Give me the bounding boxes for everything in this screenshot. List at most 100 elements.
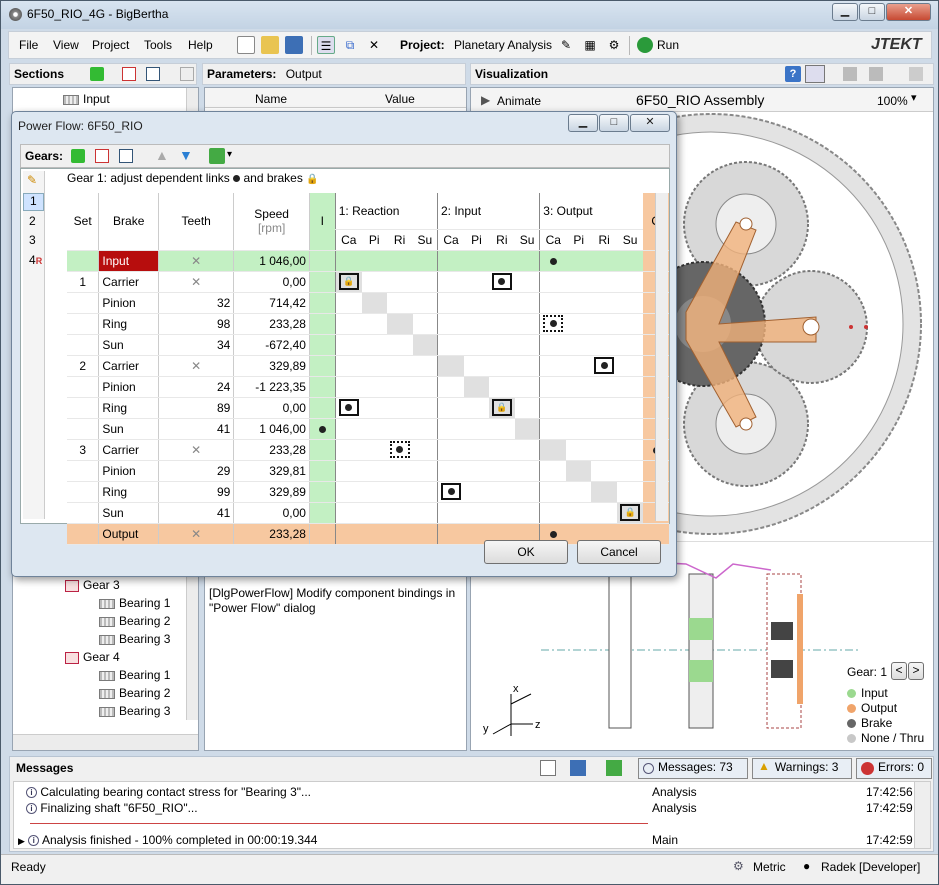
link-cell[interactable]	[386, 522, 413, 545]
link-cell[interactable]	[361, 376, 387, 398]
copy-section-icon[interactable]	[146, 67, 160, 81]
maximize-button[interactable]: □	[859, 3, 885, 21]
menu-tools[interactable]: Tools	[144, 38, 172, 52]
link-cell[interactable]	[539, 397, 567, 419]
link-cell[interactable]	[539, 460, 567, 482]
warnings-filter-button[interactable]: ▲ Warnings: 3	[752, 758, 852, 779]
link-cell[interactable]	[591, 334, 618, 356]
input-link-cell[interactable]	[309, 438, 336, 461]
input-link-cell[interactable]	[309, 334, 336, 356]
messages-filter-button[interactable]: Messages: 73	[638, 758, 748, 779]
clear-dropdown-icon[interactable]: ▾	[227, 149, 232, 160]
link-cell[interactable]	[437, 502, 464, 524]
menu-project[interactable]: Project	[92, 38, 129, 52]
input-link-cell[interactable]	[309, 481, 336, 503]
link-cell[interactable]	[334, 522, 362, 545]
link-cell[interactable]	[617, 418, 644, 440]
menu-view[interactable]: View	[53, 38, 79, 52]
dialog-close-button[interactable]: ✕	[630, 114, 670, 132]
link-cell[interactable]	[566, 376, 592, 398]
link-cell[interactable]	[514, 250, 540, 272]
link-cell[interactable]	[386, 376, 413, 398]
link-cell[interactable]	[386, 460, 413, 482]
errors-filter-button[interactable]: Errors: 0	[856, 758, 932, 779]
link-cell[interactable]	[566, 481, 592, 503]
link-cell[interactable]	[514, 502, 540, 524]
link-cell[interactable]	[591, 438, 618, 461]
link-cell[interactable]	[412, 481, 438, 503]
link-cell[interactable]	[566, 354, 592, 377]
list-view-icon[interactable]: ☰	[317, 36, 335, 54]
link-cell[interactable]	[412, 270, 438, 293]
link-cell[interactable]	[488, 460, 515, 482]
link-cell[interactable]	[591, 292, 618, 314]
link-cell[interactable]	[591, 354, 618, 377]
link-cell[interactable]	[539, 292, 567, 314]
link-cell[interactable]	[539, 481, 567, 503]
message-row[interactable]: ▶ i Analysis finished - 100% completed i…	[18, 832, 916, 848]
tree-item-gear4[interactable]: Gear 4	[65, 648, 120, 666]
link-cell[interactable]	[334, 418, 362, 440]
link-cell[interactable]	[437, 354, 464, 377]
edit-icon[interactable]: ✎	[557, 36, 575, 54]
tree-horizontal-scrollbar[interactable]	[13, 734, 198, 750]
link-cell[interactable]	[464, 354, 489, 377]
link-cell[interactable]	[617, 250, 644, 272]
link-cell[interactable]	[591, 270, 618, 293]
link-cell[interactable]	[412, 397, 438, 419]
clear-view-icon[interactable]	[909, 67, 923, 81]
link-cell[interactable]	[591, 250, 618, 272]
tree-item-input[interactable]: Input	[63, 90, 110, 108]
menu-help[interactable]: Help	[188, 38, 213, 52]
link-cell[interactable]	[437, 292, 464, 314]
link-cell[interactable]	[539, 334, 567, 356]
link-cell[interactable]	[412, 438, 438, 461]
link-cell[interactable]	[566, 270, 592, 293]
link-cell[interactable]	[539, 354, 567, 377]
link-cell[interactable]	[361, 418, 387, 440]
input-link-cell[interactable]	[309, 354, 336, 377]
delete-section-icon[interactable]	[122, 67, 136, 81]
animate-button[interactable]: Animate	[497, 94, 541, 108]
gear-list-item-3[interactable]: 3	[29, 233, 36, 247]
gear-next-button[interactable]: >	[908, 662, 924, 680]
delete-gear-icon[interactable]	[95, 149, 109, 163]
link-cell[interactable]	[488, 438, 515, 461]
tree-item-bearing[interactable]: Bearing 3	[99, 630, 170, 648]
link-cell[interactable]	[386, 334, 413, 356]
link-cell[interactable]	[539, 438, 567, 461]
link-cell[interactable]	[566, 438, 592, 461]
link-cell[interactable]	[464, 313, 489, 335]
link-cell[interactable]	[437, 313, 464, 335]
link-cell[interactable]	[412, 250, 438, 272]
link-cell[interactable]	[488, 376, 515, 398]
link-cell[interactable]	[514, 438, 540, 461]
link-cell[interactable]	[361, 250, 387, 272]
add-gear-icon[interactable]	[71, 149, 85, 163]
link-cell[interactable]	[412, 522, 438, 545]
export-icon[interactable]	[869, 67, 883, 81]
grid-scrollbar[interactable]	[655, 193, 668, 521]
link-cell[interactable]	[514, 292, 540, 314]
link-cell[interactable]	[488, 313, 515, 335]
link-cell[interactable]	[464, 292, 489, 314]
link-cell[interactable]	[386, 270, 413, 293]
link-cell[interactable]	[412, 292, 438, 314]
tools-icon[interactable]: ✕	[365, 36, 383, 54]
link-cell[interactable]	[464, 250, 489, 272]
input-link-cell[interactable]	[309, 376, 336, 398]
link-cell[interactable]	[361, 397, 387, 419]
link-cell[interactable]	[617, 460, 644, 482]
link-cell[interactable]	[361, 481, 387, 503]
messages-scrollbar[interactable]	[914, 782, 930, 848]
link-cell[interactable]	[488, 334, 515, 356]
link-cell[interactable]	[488, 250, 515, 272]
link-cell[interactable]	[514, 334, 540, 356]
minimize-button[interactable]: ▁	[832, 3, 858, 21]
link-cell[interactable]	[386, 292, 413, 314]
link-cell[interactable]	[437, 460, 464, 482]
hierarchy-icon[interactable]: ⧉	[341, 36, 359, 54]
link-cell[interactable]	[361, 292, 387, 314]
close-button[interactable]: ✕	[886, 3, 931, 21]
link-cell[interactable]	[386, 250, 413, 272]
